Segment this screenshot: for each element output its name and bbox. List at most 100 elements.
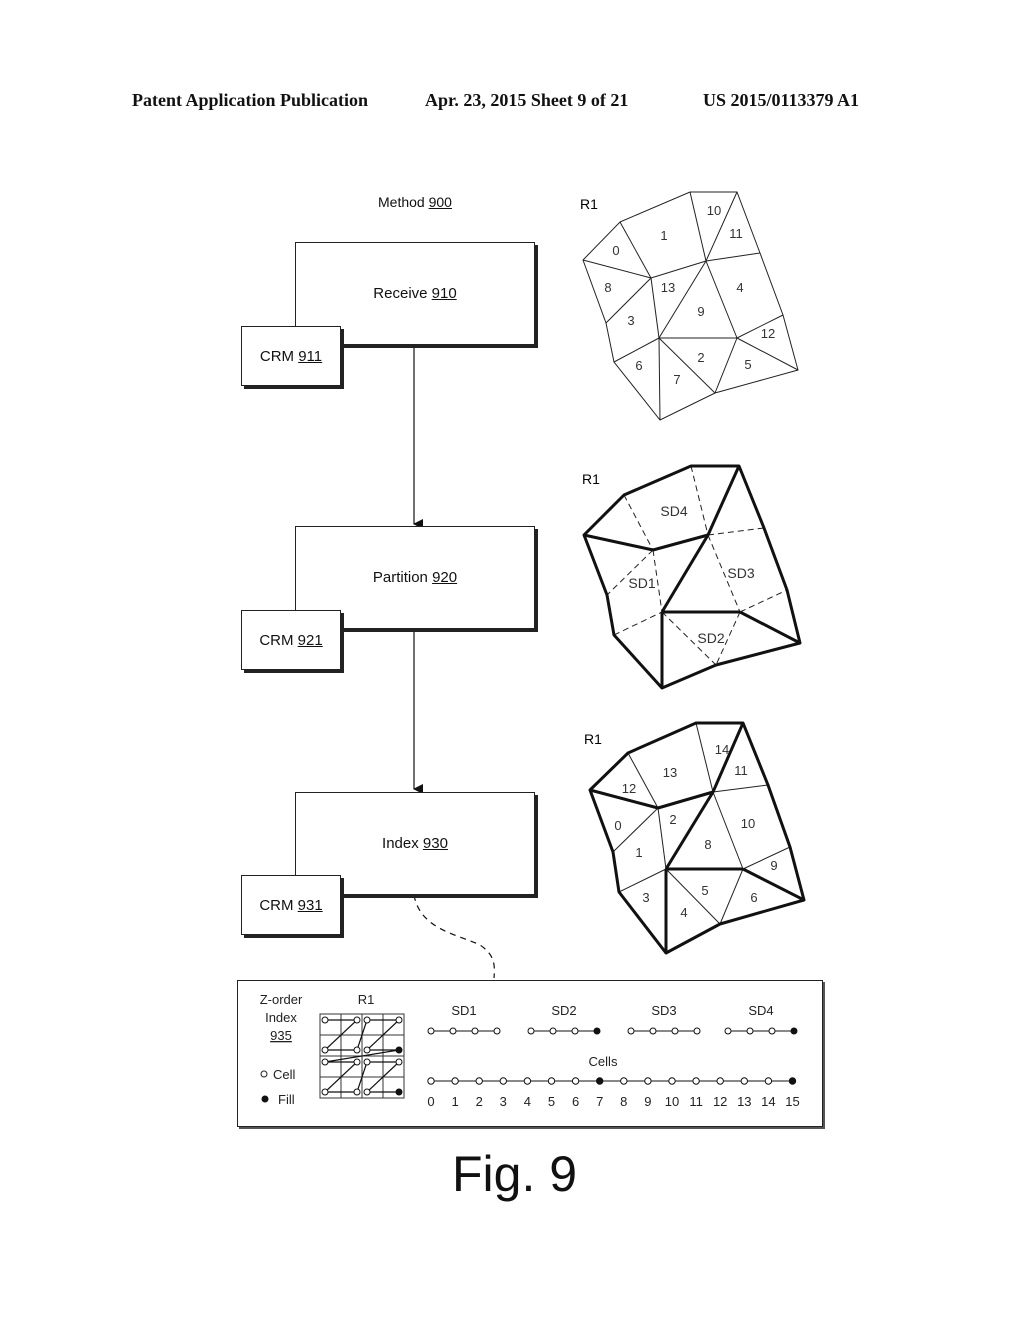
- mesh-edges: [582, 191, 799, 421]
- subdomain-label: SD3: [727, 565, 754, 581]
- filled-cell-marker: [395, 1046, 403, 1054]
- cell-index-label: 9: [644, 1094, 651, 1109]
- cell-index-label: 10: [665, 1094, 679, 1109]
- subdomain-chains: [427, 1027, 798, 1035]
- cell-marker: [740, 1077, 748, 1085]
- cell-index-label: 6: [572, 1094, 579, 1109]
- cell-marker: [746, 1027, 754, 1035]
- cell-index-label: 15: [785, 1094, 799, 1109]
- cell-label: 13: [663, 765, 677, 780]
- cell-marker: [768, 1027, 776, 1035]
- cell-marker: [571, 1077, 580, 1085]
- cell-marker: [363, 1058, 371, 1066]
- step-label: Receive: [373, 285, 428, 302]
- cell-label: 11: [729, 226, 743, 241]
- filled-circle-icon: [261, 1095, 269, 1103]
- crm-label: CRM: [259, 347, 295, 365]
- cell-index-label: 2: [476, 1094, 483, 1109]
- filled-cell-marker: [788, 1077, 797, 1085]
- crm-ref: 931: [297, 896, 323, 914]
- cell-marker: [692, 1077, 700, 1085]
- cell-marker: [644, 1077, 652, 1085]
- mesh-region-label: R1: [584, 731, 602, 747]
- cell-label: 13: [661, 280, 675, 295]
- cell-index-label: 13: [737, 1094, 751, 1109]
- cell-index-label: 12: [713, 1094, 727, 1109]
- crm-label: CRM: [259, 896, 294, 914]
- crm-911-box: CRM 911: [241, 326, 341, 386]
- cell-marker: [427, 1077, 435, 1085]
- cell-label: 0: [614, 818, 621, 833]
- legend-cell-label: Cell: [273, 1067, 296, 1082]
- cell-label: 6: [750, 890, 757, 905]
- cell-marker: [627, 1027, 635, 1035]
- subdomain-chain-label: SD1: [451, 1003, 476, 1018]
- cell-index-labels: 0 1 2 3 4 5 6 7 8 9 10 11 12 13 14 15: [427, 1094, 799, 1109]
- cell-label: 2: [669, 812, 676, 827]
- grid-region-label: R1: [358, 992, 375, 1007]
- cell-marker: [451, 1077, 459, 1085]
- legend-fill-label: Fill: [278, 1092, 295, 1107]
- cell-label: 5: [744, 357, 751, 372]
- cell-marker: [363, 1088, 371, 1096]
- subdomain-boundaries: [582, 464, 802, 690]
- cell-marker: [499, 1077, 507, 1085]
- legend-cell: Cell: [260, 1067, 296, 1082]
- subdomain-chain-label: SD2: [551, 1003, 576, 1018]
- cell-label: 10: [741, 816, 755, 831]
- cell-label: 5: [701, 883, 708, 898]
- cell-label: 8: [704, 837, 711, 852]
- cell-marker: [471, 1027, 479, 1035]
- zorder-ref: 935: [270, 1028, 292, 1043]
- subdomain-label: SD1: [628, 575, 655, 591]
- subdomain-label: SD2: [697, 630, 724, 646]
- step-ref: 930: [422, 835, 448, 852]
- cell-marker: [353, 1046, 361, 1054]
- cell-marker: [321, 1046, 329, 1054]
- crm-921-box: CRM 921: [241, 610, 341, 670]
- cell-marker: [395, 1016, 403, 1024]
- cells-chain: [427, 1077, 797, 1085]
- cell-label: 12: [622, 781, 636, 796]
- subdomain-label: SD4: [660, 503, 687, 519]
- cell-marker: [395, 1058, 403, 1066]
- cell-index-label: 7: [596, 1094, 603, 1109]
- cell-marker: [693, 1027, 701, 1035]
- cells-label: Cells: [589, 1054, 618, 1069]
- cell-label: 8: [604, 280, 611, 295]
- cell-label: 10: [707, 203, 721, 218]
- cell-marker: [671, 1027, 679, 1035]
- cell-index-label: 1: [451, 1094, 458, 1109]
- cell-index-label: 14: [761, 1094, 775, 1109]
- cell-index-label: 11: [689, 1094, 703, 1109]
- cell-marker: [493, 1027, 501, 1035]
- cell-marker: [353, 1088, 361, 1096]
- filled-cell-marker: [596, 1077, 604, 1085]
- crm-ref: 911: [298, 347, 323, 365]
- zorder-grid: [319, 1013, 405, 1099]
- subdomain-chain-label: SD3: [651, 1003, 676, 1018]
- cell-index-label: 0: [427, 1094, 434, 1109]
- cell-marker: [427, 1027, 435, 1035]
- cell-marker: [571, 1027, 579, 1035]
- cell-index-label: 3: [500, 1094, 507, 1109]
- cell-label: 12: [761, 326, 775, 341]
- cell-marker: [449, 1027, 457, 1035]
- cell-marker: [321, 1058, 329, 1066]
- cell-marker: [549, 1027, 557, 1035]
- zorder-index-panel: Z-order Index 935 R1 Cell Fill SD1 SD2 SD3…: [237, 980, 823, 1127]
- cell-label: 1: [660, 228, 667, 243]
- crm-ref: 921: [297, 631, 323, 649]
- cell-label: 9: [697, 304, 704, 319]
- cell-marker: [321, 1016, 329, 1024]
- filled-cell-marker: [593, 1027, 601, 1035]
- cell-label: 4: [736, 280, 743, 295]
- filled-cell-marker: [790, 1027, 798, 1035]
- cell-index-label: 4: [524, 1094, 531, 1109]
- cell-marker: [649, 1027, 657, 1035]
- cell-index-label: 5: [548, 1094, 555, 1109]
- cell-marker: [321, 1088, 329, 1096]
- cell-label: 6: [635, 358, 642, 373]
- cell-label: 3: [642, 890, 649, 905]
- subdomain-chain-label: SD4: [748, 1003, 773, 1018]
